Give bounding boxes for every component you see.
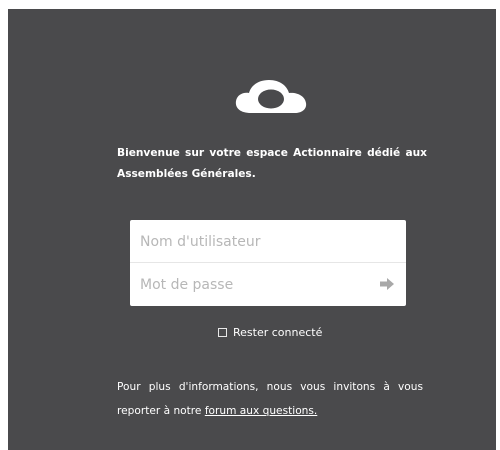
faq-link[interactable]: forum aux questions. (205, 405, 317, 417)
remember-me-label: Rester connecté (233, 326, 323, 339)
password-input[interactable] (140, 263, 360, 306)
arrow-right-icon[interactable] (380, 278, 394, 290)
welcome-message: Bienvenue sur votre espace Actionnaire d… (117, 147, 427, 180)
remember-me-toggle[interactable]: Rester connecté (218, 326, 322, 339)
cloud-icon (235, 80, 307, 113)
username-field-container (130, 220, 406, 263)
password-field-container (130, 263, 406, 306)
remember-me-checkbox[interactable] (218, 328, 227, 337)
login-form (130, 220, 406, 306)
username-input[interactable] (140, 220, 360, 263)
info-message: Pour plus d'informations, nous vous invi… (117, 375, 423, 423)
